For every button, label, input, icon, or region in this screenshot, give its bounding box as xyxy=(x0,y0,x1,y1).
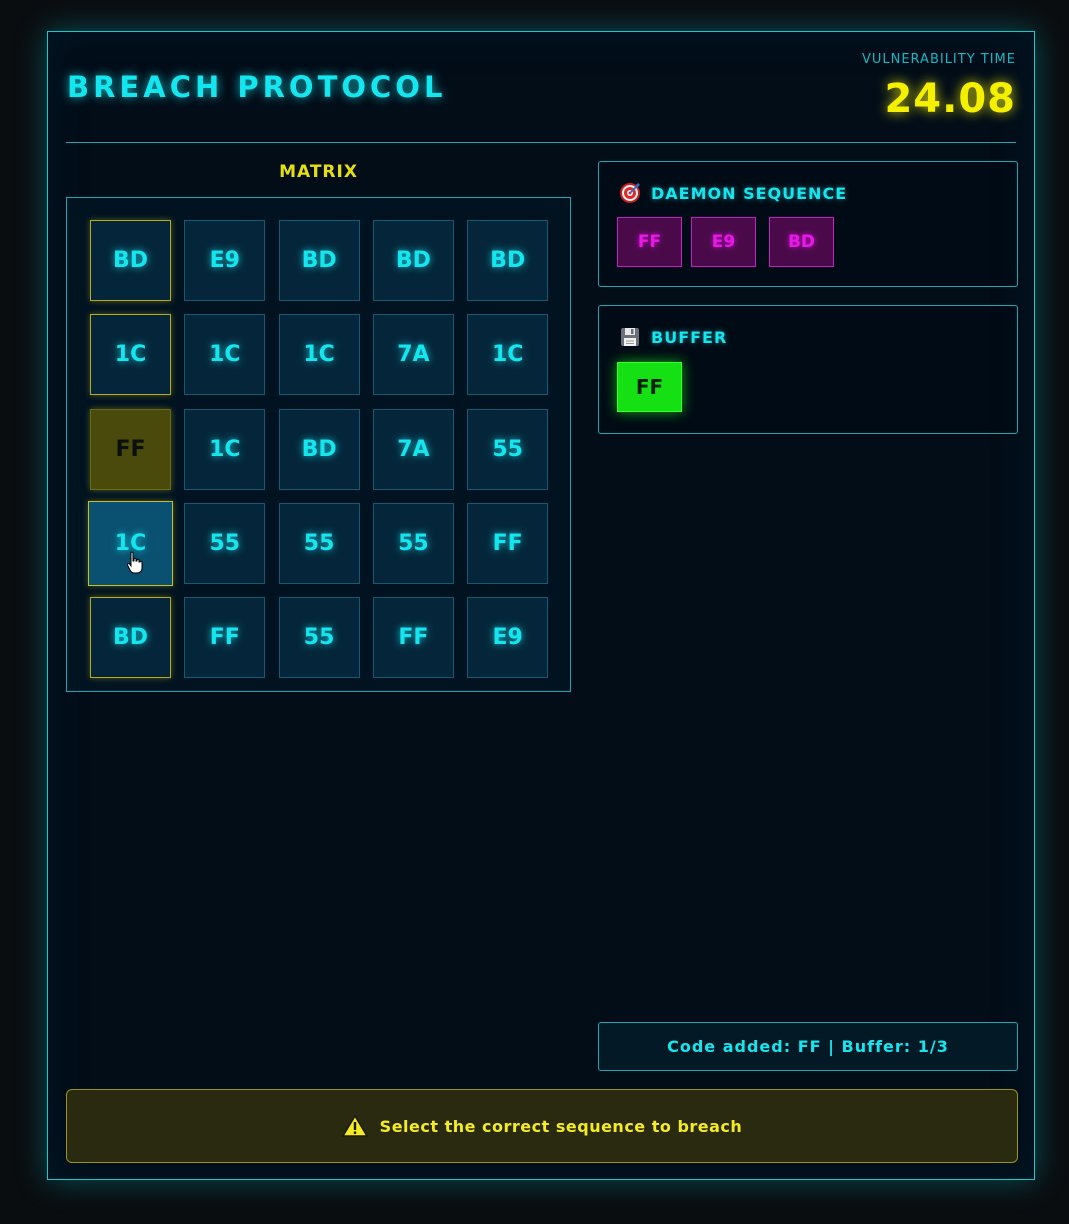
timer-label: VULNERABILITY TIME xyxy=(861,52,1016,67)
daemon-code: E9 xyxy=(691,217,756,267)
matrix-label: MATRIX xyxy=(279,162,358,182)
daemon-sequence-panel: DAEMON SEQUENCE FF E9 BD xyxy=(598,161,1018,287)
hint-text: Select the correct sequence to breach xyxy=(379,1116,743,1136)
code-matrix: BD E9 BD BD BD 1C 1C 1C 7A 1C FF 1C BD 7A 55 1C 55 55 55 FF… xyxy=(66,197,571,692)
buffer-panel: BUFFER FF xyxy=(598,305,1018,434)
daemon-code: BD xyxy=(769,217,834,267)
daemon-code: FF xyxy=(617,217,682,267)
matrix-cell[interactable]: FF xyxy=(90,408,171,490)
matrix-cell[interactable]: E9 xyxy=(184,220,266,301)
buffer-slot: FF xyxy=(617,362,682,412)
matrix-cell[interactable]: 1C xyxy=(184,314,266,396)
hint-banner: Select the correct sequence to breach xyxy=(66,1089,1018,1163)
matrix-cell[interactable]: 55 xyxy=(372,502,454,584)
daemon-sequence-title: DAEMON SEQUENCE xyxy=(651,184,848,203)
matrix-cell[interactable]: 7A xyxy=(372,408,454,490)
game-title: BREACH PROTOCOL xyxy=(67,70,447,104)
matrix-cell[interactable]: BD xyxy=(467,220,549,301)
header-divider xyxy=(66,142,1016,143)
target-icon xyxy=(620,183,640,203)
matrix-cell[interactable]: E9 xyxy=(467,597,549,679)
game-frame: BREACH PROTOCOL VULNERABILITY TIME 24.08… xyxy=(47,31,1035,1180)
matrix-cell[interactable]: 1C xyxy=(278,314,360,396)
matrix-cell[interactable]: 1C xyxy=(184,408,266,490)
matrix-cell[interactable]: FF xyxy=(372,597,454,679)
matrix-cell[interactable]: BD xyxy=(90,597,171,679)
timer-value: 24.08 xyxy=(884,76,1016,122)
matrix-cell[interactable]: BD xyxy=(278,220,360,301)
matrix-cell[interactable]: FF xyxy=(467,502,549,584)
matrix-cell[interactable]: BD xyxy=(278,408,360,490)
matrix-cell[interactable]: 55 xyxy=(184,502,266,584)
matrix-cell[interactable]: 7A xyxy=(372,314,454,396)
matrix-cell[interactable]: FF xyxy=(184,597,266,679)
matrix-cell[interactable]: 55 xyxy=(467,408,549,490)
floppy-disk-icon xyxy=(621,328,639,346)
matrix-cell[interactable]: 55 xyxy=(278,502,360,584)
matrix-cell[interactable]: 1C xyxy=(88,500,173,586)
matrix-cell[interactable]: BD xyxy=(90,220,171,301)
matrix-cell[interactable]: 1C xyxy=(90,314,171,396)
matrix-cell[interactable]: 55 xyxy=(278,597,360,679)
buffer-title: BUFFER xyxy=(651,328,728,347)
status-message: Code added: FF | Buffer: 1/3 xyxy=(598,1022,1018,1071)
warning-icon xyxy=(341,1114,368,1137)
matrix-cell[interactable]: 1C xyxy=(467,314,549,396)
matrix-cell[interactable]: BD xyxy=(372,220,454,301)
